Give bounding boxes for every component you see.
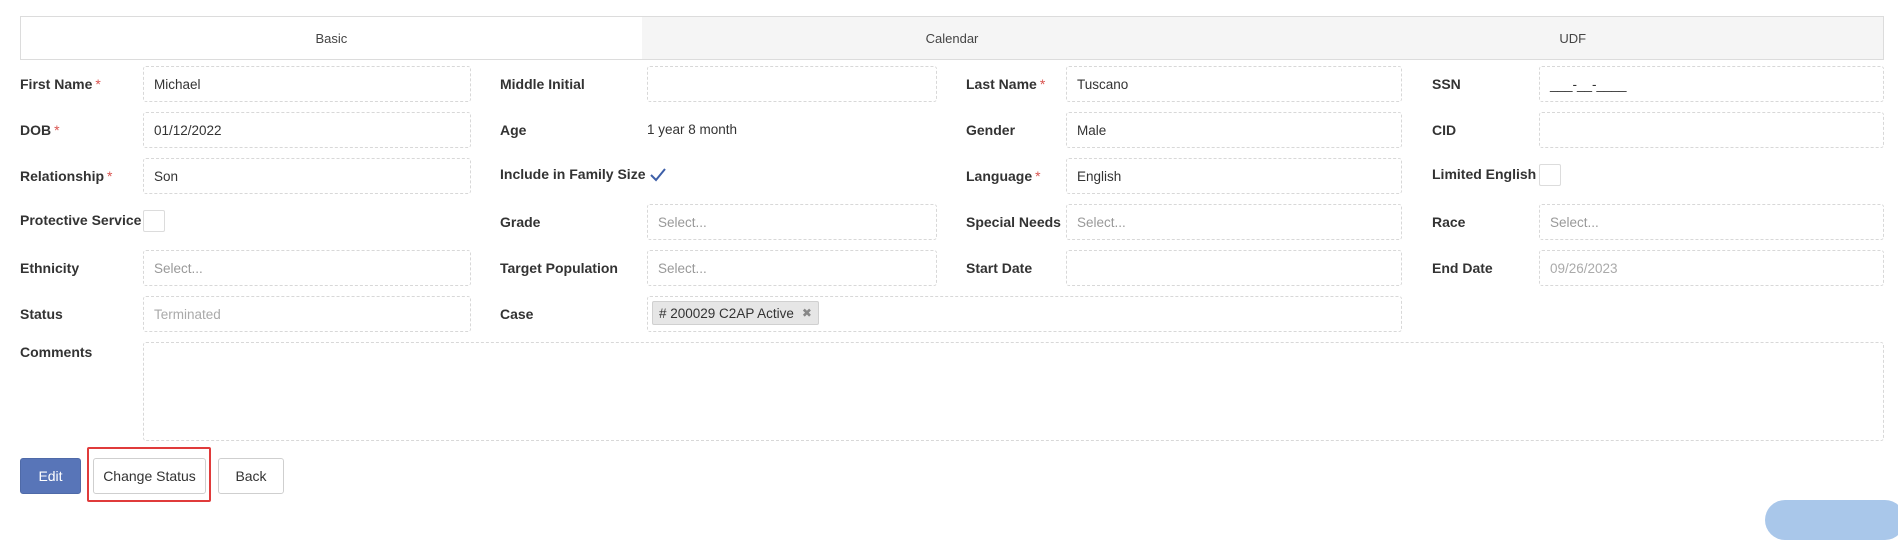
limited-english-label: Limited English [1432,166,1537,182]
change-status-button[interactable]: Change Status [93,458,206,494]
last-name-field[interactable]: Tuscano [1066,66,1402,102]
special-needs-label: Special Needs [966,214,1061,230]
target-population-select[interactable]: Select... [647,250,937,286]
end-date-field[interactable]: 09/26/2023 [1539,250,1884,286]
middle-initial-field[interactable] [647,66,937,102]
gender-label: Gender [966,122,1016,138]
race-label: Race [1432,214,1466,230]
last-name-label: Last Name * [966,76,1046,92]
status-field[interactable]: Terminated [143,296,471,332]
dob-label: DOB * [20,122,60,138]
protective-service-checkbox[interactable] [143,210,165,232]
ethnicity-label: Ethnicity [20,260,80,276]
grade-select[interactable]: Select... [647,204,937,240]
first-name-label: First Name * [20,76,101,92]
check-icon [650,168,666,182]
status-label: Status [20,306,63,322]
age-label: Age [500,122,527,138]
special-needs-select[interactable]: Select... [1066,204,1402,240]
protective-service-label: Protective Service [20,212,142,228]
grade-label: Grade [500,214,541,230]
tab-calendar[interactable]: Calendar [641,17,1263,59]
limited-english-checkbox[interactable] [1539,164,1561,186]
comments-textarea[interactable] [143,342,1884,441]
include-family-size-label: Include in Family Size [500,166,646,182]
relationship-field[interactable]: Son [143,158,471,194]
age-value: 1 year 8 month [647,122,738,137]
language-label: Language * [966,168,1041,184]
ssn-field[interactable]: ___-__-____ [1539,66,1884,102]
relationship-label: Relationship * [20,168,113,184]
start-date-field[interactable] [1066,250,1402,286]
middle-initial-label: Middle Initial [500,76,585,92]
ethnicity-select[interactable]: Select... [143,250,471,286]
cid-field[interactable] [1539,112,1884,148]
case-tag: # 200029 C2AP Active ✖ [652,301,819,325]
comments-label: Comments [20,344,93,360]
tab-basic[interactable]: Basic [21,17,642,59]
language-field[interactable]: English [1066,158,1402,194]
case-tag-label: # 200029 C2AP Active [659,305,794,321]
close-icon[interactable]: ✖ [802,306,812,320]
cid-label: CID [1432,122,1457,138]
floating-action-button[interactable] [1765,500,1898,540]
end-date-label: End Date [1432,260,1493,276]
back-button[interactable]: Back [218,458,284,494]
include-family-size-checkbox[interactable] [647,164,669,186]
tab-udf[interactable]: UDF [1262,17,1884,59]
race-select[interactable]: Select... [1539,204,1884,240]
target-population-label: Target Population [500,260,618,276]
dob-field[interactable]: 01/12/2022 [143,112,471,148]
edit-button[interactable]: Edit [20,458,81,494]
gender-field[interactable]: Male [1066,112,1402,148]
case-label: Case [500,306,534,322]
ssn-label: SSN [1432,76,1461,92]
tab-bar: Basic Calendar UDF [20,16,1884,60]
first-name-field[interactable]: Michael [143,66,471,102]
start-date-label: Start Date [966,260,1033,276]
